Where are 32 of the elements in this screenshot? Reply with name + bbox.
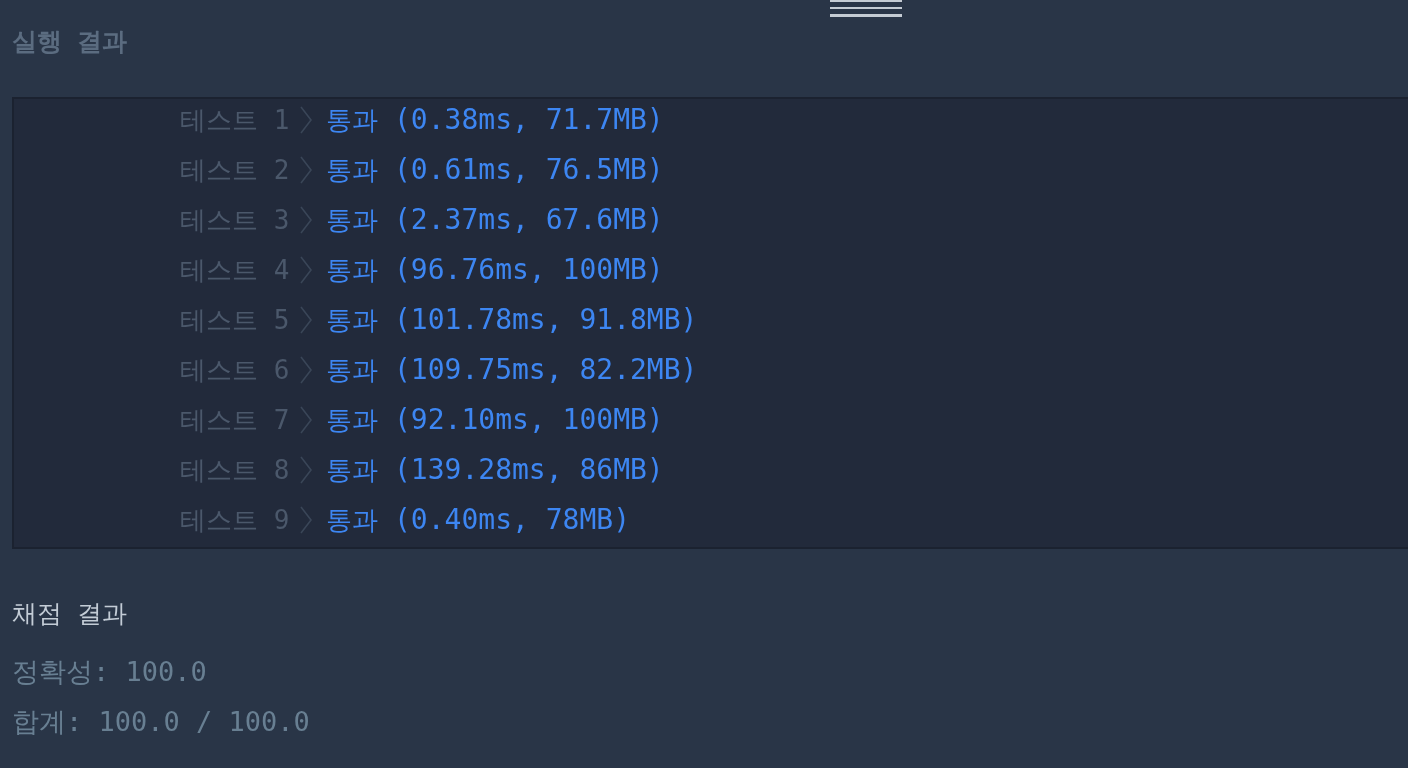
chevron-right-icon [300, 306, 312, 334]
chevron-right-icon [300, 156, 312, 184]
test-detail: (139.28ms, 86MB) [394, 454, 664, 486]
test-status: 통과 [326, 104, 378, 136]
test-detail: (96.76ms, 100MB) [394, 254, 664, 286]
chevron-right-icon [300, 406, 312, 434]
test-detail: (0.38ms, 71.7MB) [394, 104, 664, 136]
chevron-right-icon [300, 206, 312, 234]
chevron-right-icon [300, 356, 312, 384]
chevron-right-icon [300, 256, 312, 284]
test-detail: (109.75ms, 82.2MB) [394, 354, 698, 386]
chevron-right-icon [300, 456, 312, 484]
test-detail: (0.40ms, 78MB) [394, 504, 630, 536]
test-status: 통과 [326, 354, 378, 386]
test-status: 통과 [326, 504, 378, 536]
test-status: 통과 [326, 254, 378, 286]
test-status: 통과 [326, 154, 378, 186]
section-title: 실행 결과 [12, 26, 128, 58]
grading-line: 합계: 100.0 / 100.0 [12, 705, 310, 739]
test-detail: (92.10ms, 100MB) [394, 404, 664, 436]
test-detail: (2.37ms, 67.6MB) [394, 204, 664, 236]
chevron-right-icon [300, 506, 312, 534]
test-detail: (101.78ms, 91.8MB) [394, 304, 698, 336]
test-status: 통과 [326, 404, 378, 436]
test-status: 통과 [326, 204, 378, 236]
test-status: 통과 [326, 454, 378, 486]
grading-line: 정확성: 100.0 [12, 655, 207, 689]
test-status: 통과 [326, 304, 378, 336]
resize-handle-icon[interactable] [830, 0, 902, 18]
grading-title: 채점 결과 [12, 598, 128, 630]
test-detail: (0.61ms, 76.5MB) [394, 154, 664, 186]
chevron-right-icon [300, 106, 312, 134]
